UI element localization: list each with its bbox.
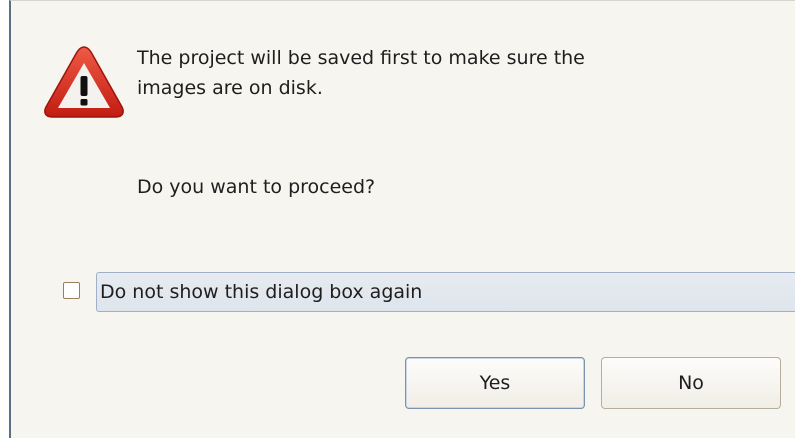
dont-show-again-checkbox[interactable]	[63, 282, 80, 299]
confirm-dialog: The project will be saved first to make …	[9, 0, 795, 438]
no-button[interactable]: No	[601, 357, 781, 409]
question-text: Do you want to proceed?	[137, 176, 376, 198]
warning-triangle-icon	[44, 46, 124, 118]
dont-show-again-label[interactable]: Do not show this dialog box again	[100, 280, 422, 304]
dont-show-again-label-box[interactable]: Do not show this dialog box again	[96, 272, 795, 312]
yes-button[interactable]: Yes	[405, 357, 585, 409]
message-text-line-2: images are on disk.	[137, 77, 323, 99]
message-text-line-1: The project will be saved first to make …	[137, 47, 585, 69]
